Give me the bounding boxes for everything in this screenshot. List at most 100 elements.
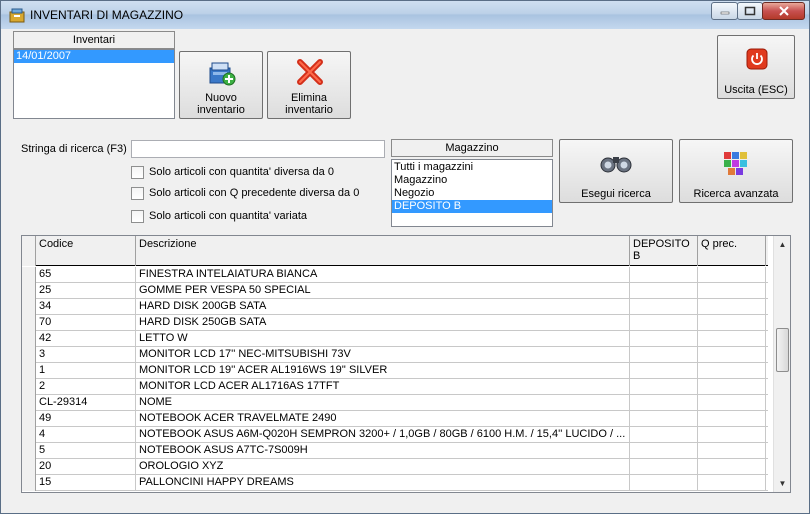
cell-codice[interactable]: 42 (36, 331, 136, 347)
cell-descrizione[interactable]: HARD DISK 250GB SATA (136, 315, 630, 331)
magazzino-item[interactable]: Negozio (392, 187, 552, 200)
table-row[interactable]: 2 MONITOR LCD ACER AL1716AS 17TFT (22, 379, 768, 395)
column-header-q-prec[interactable]: Q prec. (698, 236, 766, 266)
cell-q-prec[interactable] (698, 363, 766, 379)
cell-codice[interactable]: 3 (36, 347, 136, 363)
cell-q-prec[interactable] (698, 331, 766, 347)
checkbox-quantita-diversa[interactable] (131, 166, 144, 179)
cell-descrizione[interactable]: NOTEBOOK ASUS A7TC-7S009H (136, 443, 630, 459)
uscita-button[interactable]: Uscita (ESC) (717, 35, 795, 99)
table-row[interactable]: 25 GOMME PER VESPA 50 SPECIAL (22, 283, 768, 299)
cell-codice[interactable]: 65 (36, 267, 136, 283)
row-selector[interactable] (22, 427, 36, 443)
cell-codice[interactable]: 4 (36, 427, 136, 443)
cell-q-prec[interactable] (698, 411, 766, 427)
checkbox-q-precedente[interactable] (131, 187, 144, 200)
inventory-table[interactable]: Codice Descrizione DEPOSITO B Q prec. 65… (21, 235, 791, 493)
cell-q-prec[interactable] (698, 459, 766, 475)
table-row[interactable]: 5 NOTEBOOK ASUS A7TC-7S009H (22, 443, 768, 459)
magazzino-item[interactable]: Magazzino (392, 174, 552, 187)
column-header-deposito-b[interactable]: DEPOSITO B (630, 236, 698, 266)
cell-q-prec[interactable] (698, 443, 766, 459)
scroll-up-arrow[interactable]: ▲ (774, 236, 790, 253)
inventari-list-item[interactable]: 14/01/2007 (14, 50, 174, 63)
cell-deposito-b[interactable] (630, 315, 698, 331)
cell-q-prec[interactable] (698, 395, 766, 411)
cell-codice[interactable]: 25 (36, 283, 136, 299)
cell-deposito-b[interactable] (630, 475, 698, 491)
row-selector[interactable] (22, 331, 36, 347)
row-selector[interactable] (22, 347, 36, 363)
cell-q-prec[interactable] (698, 283, 766, 299)
cell-deposito-b[interactable] (630, 299, 698, 315)
scroll-down-arrow[interactable]: ▼ (774, 475, 790, 492)
vertical-scrollbar[interactable]: ▲ ▼ (773, 236, 790, 492)
cell-descrizione[interactable]: OROLOGIO XYZ (136, 459, 630, 475)
row-selector[interactable] (22, 443, 36, 459)
cell-codice[interactable]: CL-29314 (36, 395, 136, 411)
esegui-ricerca-button[interactable]: Esegui ricerca (559, 139, 673, 203)
magazzino-list[interactable]: Tutti i magazzini Magazzino Negozio DEPO… (391, 159, 553, 227)
cell-descrizione[interactable]: NOME (136, 395, 630, 411)
cell-descrizione[interactable]: NOTEBOOK ACER TRAVELMATE 2490 (136, 411, 630, 427)
cell-codice[interactable]: 15 (36, 475, 136, 491)
cell-codice[interactable]: 49 (36, 411, 136, 427)
cell-q-prec[interactable] (698, 427, 766, 443)
cell-deposito-b[interactable] (630, 379, 698, 395)
cell-codice[interactable]: 5 (36, 443, 136, 459)
cell-codice[interactable]: 2 (36, 379, 136, 395)
cell-deposito-b[interactable] (630, 411, 698, 427)
maximize-button[interactable] (737, 2, 763, 20)
elimina-inventario-button[interactable]: Elimina inventario (267, 51, 351, 119)
cell-codice[interactable]: 1 (36, 363, 136, 379)
cell-deposito-b[interactable] (630, 267, 698, 283)
table-row[interactable]: 15 PALLONCINI HAPPY DREAMS (22, 475, 768, 491)
checkbox-quantita-variata[interactable] (131, 210, 144, 223)
magazzino-item[interactable]: Tutti i magazzini (392, 161, 552, 174)
cell-descrizione[interactable]: FINESTRA INTELAIATURA BIANCA (136, 267, 630, 283)
row-selector[interactable] (22, 379, 36, 395)
cell-descrizione[interactable]: NOTEBOOK ASUS A6M-Q020H SEMPRON 3200+ / … (136, 427, 630, 443)
cell-codice[interactable]: 34 (36, 299, 136, 315)
cell-q-prec[interactable] (698, 299, 766, 315)
cell-descrizione[interactable]: LETTO W (136, 331, 630, 347)
cell-deposito-b[interactable] (630, 443, 698, 459)
cell-deposito-b[interactable] (630, 459, 698, 475)
row-selector[interactable] (22, 411, 36, 427)
title-bar[interactable]: INVENTARI DI MAGAZZINO (1, 1, 809, 29)
magazzino-item[interactable]: DEPOSITO B (392, 200, 552, 213)
table-row[interactable]: 65 FINESTRA INTELAIATURA BIANCA (22, 267, 768, 283)
cell-q-prec[interactable] (698, 379, 766, 395)
cell-deposito-b[interactable] (630, 331, 698, 347)
cell-q-prec[interactable] (698, 315, 766, 331)
close-button[interactable] (762, 2, 805, 20)
cell-codice[interactable]: 20 (36, 459, 136, 475)
row-selector[interactable] (22, 459, 36, 475)
table-row[interactable]: 49 NOTEBOOK ACER TRAVELMATE 2490 (22, 411, 768, 427)
table-row[interactable]: 1 MONITOR LCD 19'' ACER AL1916WS 19'' SIL… (22, 363, 768, 379)
column-header-codice[interactable]: Codice (36, 236, 136, 266)
cell-descrizione[interactable]: MONITOR LCD 17'' NEC-MITSUBISHI 73V (136, 347, 630, 363)
row-selector[interactable] (22, 395, 36, 411)
table-row[interactable]: 42 LETTO W (22, 331, 768, 347)
search-input[interactable] (131, 140, 385, 158)
column-header-descrizione[interactable]: Descrizione (136, 236, 630, 266)
cell-codice[interactable]: 70 (36, 315, 136, 331)
scroll-thumb[interactable] (776, 328, 789, 372)
table-row[interactable]: 3 MONITOR LCD 17'' NEC-MITSUBISHI 73V (22, 347, 768, 363)
cell-descrizione[interactable]: GOMME PER VESPA 50 SPECIAL (136, 283, 630, 299)
nuovo-inventario-button[interactable]: Nuovo inventario (179, 51, 263, 119)
table-row[interactable]: 34 HARD DISK 200GB SATA (22, 299, 768, 315)
row-selector[interactable] (22, 363, 36, 379)
row-selector[interactable] (22, 475, 36, 491)
ricerca-avanzata-button[interactable]: Ricerca avanzata (679, 139, 793, 203)
row-selector[interactable] (22, 315, 36, 331)
minimize-button[interactable] (711, 2, 738, 20)
cell-q-prec[interactable] (698, 267, 766, 283)
table-row[interactable]: CL-29314 NOME (22, 395, 768, 411)
cell-q-prec[interactable] (698, 347, 766, 363)
cell-descrizione[interactable]: MONITOR LCD 19'' ACER AL1916WS 19'' SILV… (136, 363, 630, 379)
row-selector[interactable] (22, 267, 36, 283)
table-row[interactable]: 70 HARD DISK 250GB SATA (22, 315, 768, 331)
cell-deposito-b[interactable] (630, 395, 698, 411)
